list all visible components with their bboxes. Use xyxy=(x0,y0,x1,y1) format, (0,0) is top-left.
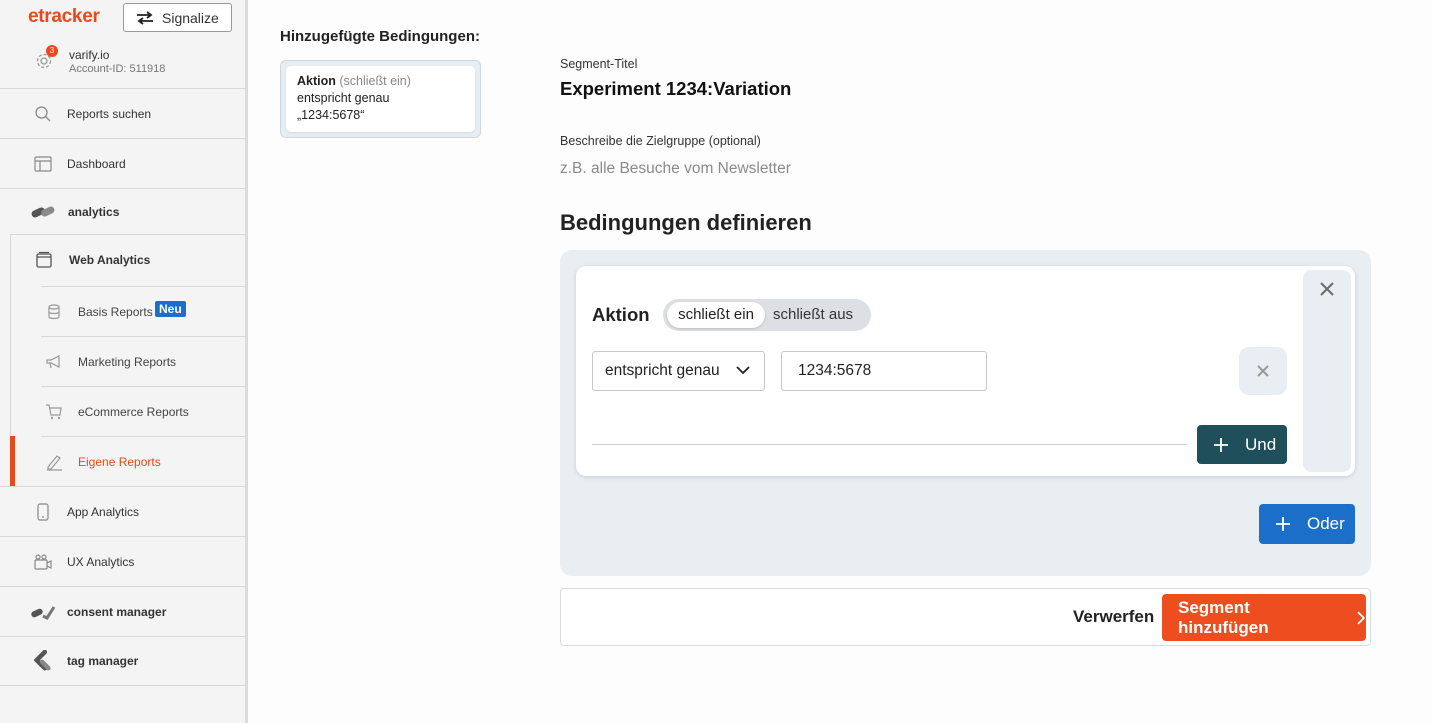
summary-value: „1234:5678“ xyxy=(297,108,365,122)
sidebar-item-label: analytics xyxy=(68,204,120,219)
sidebar-item-reports-suchen[interactable]: Reports suchen xyxy=(0,88,245,138)
divider xyxy=(592,444,1187,445)
include-exclude-toggle: schließt ein schließt aus xyxy=(663,299,871,331)
sidebar-item-label: tag manager xyxy=(67,654,139,668)
exclude-option[interactable]: schließt aus xyxy=(773,302,853,328)
shopping-cart-icon xyxy=(46,404,62,420)
or-button-label: Oder xyxy=(1307,514,1345,533)
sidebar-item-ecommerce-reports[interactable]: eCommerce Reports xyxy=(41,386,246,436)
chevron-down-icon xyxy=(736,366,750,375)
sidebar-item-label: consent manager xyxy=(67,604,167,619)
smartphone-icon xyxy=(34,502,52,521)
sidebar-item-label: Reports suchen xyxy=(67,106,152,121)
account-id: Account-ID: 511918 xyxy=(69,63,166,75)
sidebar-item-app-analytics[interactable]: App Analytics xyxy=(0,486,245,536)
and-button-label: Und xyxy=(1245,434,1277,454)
notification-badge: 3 xyxy=(46,45,58,57)
video-camera-icon xyxy=(34,553,52,571)
swap-arrows-icon xyxy=(137,10,153,25)
sidebar-item-ux-analytics[interactable]: UX Analytics xyxy=(0,536,245,586)
pencil-icon xyxy=(47,455,62,471)
include-option[interactable]: schließt ein xyxy=(667,302,765,328)
sidebar-item-label: Dashboard xyxy=(67,156,126,171)
description-label: Beschreibe die Zielgruppe (optional) xyxy=(560,134,761,148)
condition-field-label: Aktion xyxy=(592,304,650,325)
add-segment-button[interactable]: Segment hinzufügen xyxy=(1162,594,1366,641)
sidebar-item-label: App Analytics xyxy=(67,504,140,519)
remove-condition-button[interactable] xyxy=(1239,347,1287,395)
operator-select[interactable]: entspricht genau xyxy=(592,351,765,391)
sidebar-item-analytics[interactable]: analytics xyxy=(0,188,245,234)
close-icon xyxy=(1257,365,1269,377)
search-icon xyxy=(34,105,52,123)
description-field[interactable]: z.B. alle Besuche vom Newsletter xyxy=(560,160,791,178)
brand-row: etracker Signalize xyxy=(0,0,245,38)
sidebar-item-label: Web Analytics xyxy=(69,253,151,267)
new-badge: Neu xyxy=(155,301,186,317)
chevron-right-icon xyxy=(1357,610,1366,625)
add-segment-label: Segment hinzufügen xyxy=(1178,597,1269,637)
summary-operator: entspricht genau xyxy=(297,91,390,105)
segment-title-field[interactable]: Experiment 1234:Variation xyxy=(560,78,791,100)
segment-title-label: Segment-Titel xyxy=(560,57,638,71)
condition-summary[interactable]: Aktion (schließt ein) entspricht genau „… xyxy=(286,66,475,132)
condition-value-input[interactable] xyxy=(781,351,987,391)
dashboard-icon xyxy=(34,155,52,173)
consent-manager-product-icon xyxy=(30,603,56,621)
sidebar-item-label: Marketing Reports xyxy=(78,355,177,369)
tag-manager-product-icon xyxy=(34,650,52,671)
sidebar-item-label: eCommerce Reports xyxy=(78,405,189,419)
sidebar-item-tag-manager[interactable]: tag manager xyxy=(0,636,245,686)
analytics-product-icon xyxy=(30,203,56,221)
sidebar-item-basis-reports[interactable]: Basis Reports xyxy=(41,286,246,336)
discard-button[interactable]: Verwerfen xyxy=(1073,607,1154,627)
sidebar-item-label: Eigene Reports xyxy=(78,455,161,469)
database-icon xyxy=(48,304,60,320)
signalize-label: Signalize xyxy=(162,9,219,26)
operator-select-value: entspricht genau xyxy=(605,362,720,379)
add-or-condition-button[interactable]: Oder xyxy=(1259,504,1355,544)
plus-icon xyxy=(1214,437,1228,452)
web-analytics-group: Web Analytics Basis Reports Marketing Re… xyxy=(10,234,246,486)
plus-icon xyxy=(1276,517,1290,531)
added-conditions-heading: Hinzugefügte Bedingungen: xyxy=(280,28,480,45)
close-icon[interactable] xyxy=(1316,278,1338,300)
signalize-button[interactable]: Signalize xyxy=(123,3,232,32)
sidebar-item-marketing-reports[interactable]: Marketing Reports xyxy=(41,336,246,386)
active-indicator xyxy=(10,436,15,486)
condition-summary-card: Aktion (schließt ein) entspricht genau „… xyxy=(280,60,481,138)
summary-mode: (schließt ein) xyxy=(339,74,411,88)
account-switcher[interactable]: 3 varify.io Account-ID: 511918 xyxy=(0,40,245,88)
etracker-logo[interactable]: etracker xyxy=(28,6,100,28)
account-name: varify.io xyxy=(69,48,110,62)
summary-field: Aktion xyxy=(297,74,336,88)
sidebar-item-label: UX Analytics xyxy=(67,554,135,569)
browser-window-icon xyxy=(36,251,52,268)
condition-card-side-panel xyxy=(1303,270,1351,472)
sidebar-item-web-analytics[interactable]: Web Analytics xyxy=(11,235,246,286)
conditions-heading: Bedingungen definieren xyxy=(560,210,812,235)
add-and-condition-button[interactable]: Und xyxy=(1197,425,1287,464)
sidebar-item-eigene-reports[interactable]: Eigene Reports xyxy=(41,436,246,486)
megaphone-icon xyxy=(46,355,60,369)
sidebar-item-consent-manager[interactable]: consent manager xyxy=(0,586,245,636)
sidebar-item-dashboard[interactable]: Dashboard xyxy=(0,138,245,188)
sidebar: etracker Signalize 3 varify.io Account-I… xyxy=(0,0,248,723)
sidebar-item-label: Basis Reports xyxy=(78,305,153,319)
